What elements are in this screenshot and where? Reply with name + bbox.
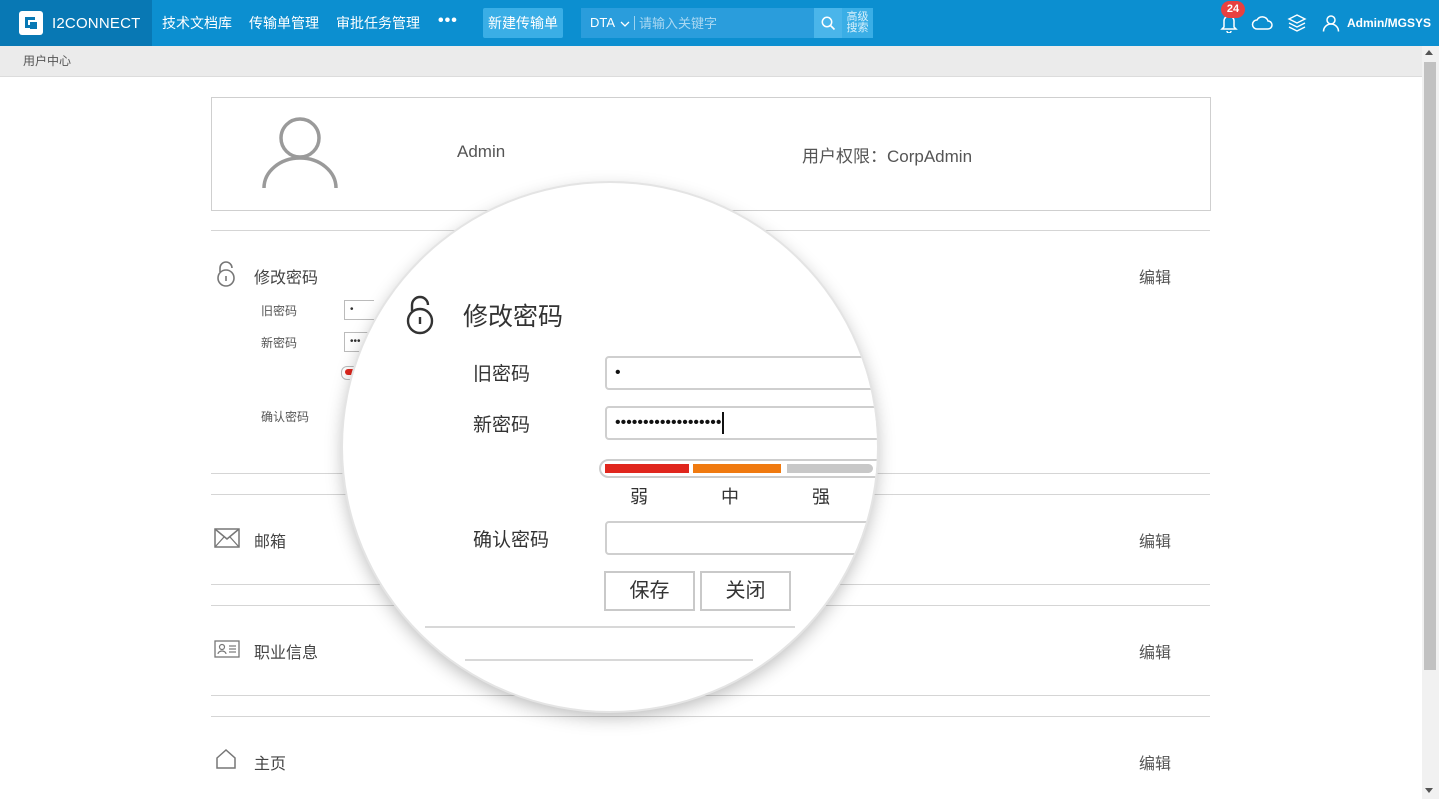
search-icon (821, 16, 835, 30)
mail-icon (214, 528, 240, 548)
user-account-name[interactable]: Admin/MGSYS (1347, 0, 1431, 46)
divider (634, 16, 635, 30)
new-password-label: 新密码 (261, 336, 298, 350)
password-section-title: 修改密码 (254, 270, 319, 287)
divider (465, 659, 753, 661)
notification-badge: 24 (1221, 1, 1245, 18)
breadcrumb: 用户中心 (0, 46, 1422, 77)
breadcrumb-user-center[interactable]: 用户中心 (23, 46, 71, 76)
nav-approval-tasks[interactable]: 审批任务管理 (336, 0, 420, 46)
home-icon (216, 748, 236, 769)
lock-icon (217, 261, 235, 287)
strength-label-weak: 弱 (630, 487, 648, 507)
profile-card: Admin 用户权限：CorpAdmin (211, 97, 1211, 211)
zoom-old-password-label: 旧密码 (473, 364, 531, 385)
old-password-input[interactable]: • (344, 300, 374, 320)
email-edit-link[interactable]: 编辑 (1139, 528, 1171, 552)
scroll-down-icon[interactable] (1425, 788, 1433, 793)
search-scope-dropdown[interactable]: DTA (590, 8, 630, 38)
lock-icon (406, 295, 434, 335)
zoom-new-password-input[interactable]: ••••••••••••••••••• (605, 406, 877, 440)
logo-text: I2CONNECT (52, 14, 141, 32)
search-button[interactable] (814, 8, 842, 38)
text-cursor (722, 411, 725, 434)
strength-segment-medium (693, 464, 781, 473)
zoom-old-password-input[interactable]: • (605, 356, 877, 390)
cloud-icon[interactable] (1251, 12, 1273, 34)
save-button[interactable]: 保存 (604, 571, 695, 611)
logo-icon (19, 11, 43, 35)
search-box: DTA (581, 8, 814, 38)
scrollbar-thumb[interactable] (1424, 62, 1436, 670)
avatar-icon (262, 117, 338, 189)
zoom-new-password-value: ••••••••••••••••••• (615, 414, 722, 431)
password-edit-link[interactable]: 编辑 (1139, 264, 1171, 288)
home-section-title: 主页 (254, 756, 287, 773)
strength-label-strong: 强 (812, 487, 830, 507)
advanced-search-button[interactable]: 高级 搜索 (842, 8, 873, 38)
chevron-down-icon (620, 21, 630, 27)
profile-name: Admin (457, 142, 506, 161)
magnifier-zoom-overlay: 修改密码 旧密码 • 新密码 ••••••••••••••••••• 弱 中 强… (343, 183, 877, 711)
layers-icon[interactable] (1286, 12, 1308, 34)
new-transfer-button[interactable]: 新建传输单 (483, 8, 563, 38)
career-section-title: 职业信息 (254, 645, 319, 662)
user-icon[interactable] (1320, 12, 1342, 34)
more-menu-icon[interactable]: ••• (438, 0, 458, 46)
strength-segment-weak (605, 464, 689, 473)
confirm-password-label: 确认密码 (261, 410, 310, 424)
top-navbar: I2CONNECT 技术文档库 传输单管理 审批任务管理 ••• 新建传输单 D… (0, 0, 1439, 46)
zoom-confirm-password-label: 确认密码 (473, 530, 550, 551)
divider (211, 716, 1210, 717)
zoom-new-password-label: 新密码 (473, 415, 531, 436)
strength-label-medium: 中 (721, 487, 739, 507)
zoom-confirm-password-input[interactable] (605, 521, 877, 555)
id-card-icon (214, 640, 240, 658)
email-section-title: 邮箱 (254, 534, 287, 551)
nav-transfer-management[interactable]: 传输单管理 (249, 0, 319, 46)
search-scope-label: DTA (590, 15, 615, 30)
old-password-label: 旧密码 (261, 304, 298, 318)
advanced-search-label-2: 搜索 (846, 22, 869, 34)
divider (211, 695, 1210, 696)
search-input[interactable] (639, 13, 809, 33)
logo[interactable]: I2CONNECT (0, 0, 152, 46)
scroll-up-icon[interactable] (1425, 50, 1433, 55)
profile-role: 用户权限：CorpAdmin (802, 147, 973, 166)
zoom-password-title: 修改密码 (463, 303, 564, 331)
career-edit-link[interactable]: 编辑 (1139, 639, 1171, 663)
nav-tech-docs[interactable]: 技术文档库 (162, 0, 232, 46)
password-strength-meter (599, 459, 877, 478)
strength-segment-strong (787, 464, 873, 473)
zoom-old-password-value: • (615, 364, 621, 381)
divider (425, 626, 795, 628)
close-button[interactable]: 关闭 (700, 571, 791, 611)
home-edit-link[interactable]: 编辑 (1139, 750, 1171, 774)
